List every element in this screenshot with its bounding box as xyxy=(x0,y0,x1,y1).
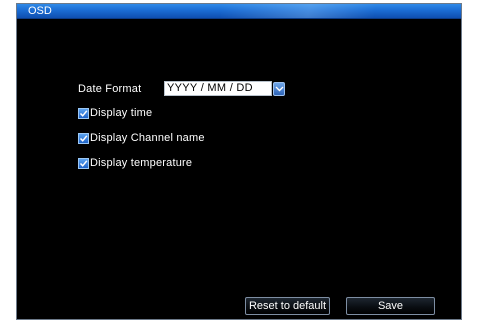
display-channel-name-checkbox[interactable] xyxy=(78,132,89,144)
date-format-dropdown-button[interactable] xyxy=(273,82,285,96)
checkmark-icon xyxy=(79,109,88,117)
title-bar: OSD xyxy=(17,4,461,19)
display-temperature-option[interactable]: Display temperature xyxy=(78,156,192,170)
chevron-down-icon xyxy=(275,86,284,92)
date-format-select[interactable]: YYYY / MM / DD xyxy=(164,81,272,96)
osd-window: OSD Date Format YYYY / MM / DD Display t… xyxy=(17,4,461,319)
display-channel-name-option[interactable]: Display Channel name xyxy=(78,131,205,145)
reset-to-default-button[interactable]: Reset to default xyxy=(245,297,330,315)
display-channel-name-label: Display Channel name xyxy=(90,131,205,144)
display-time-checkbox[interactable] xyxy=(78,107,89,119)
display-temperature-checkbox[interactable] xyxy=(78,157,89,169)
display-time-label: Display time xyxy=(90,106,153,119)
checkmark-icon xyxy=(79,159,88,167)
date-format-label: Date Format xyxy=(78,83,142,95)
date-format-value: YYYY / MM / DD xyxy=(167,82,253,94)
display-temperature-label: Display temperature xyxy=(90,156,193,169)
checkmark-icon xyxy=(79,134,88,142)
window-title: OSD xyxy=(28,5,52,17)
save-button[interactable]: Save xyxy=(346,297,435,315)
display-time-option[interactable]: Display time xyxy=(78,106,152,120)
